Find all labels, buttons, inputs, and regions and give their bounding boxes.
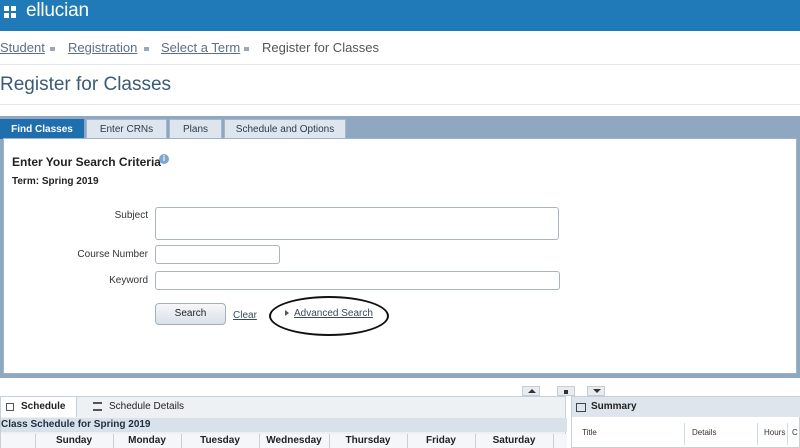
advanced-search-link[interactable]: Advanced Search — [294, 308, 373, 319]
breadcrumb-separator — [244, 47, 249, 51]
course-number-label: Course Number — [77, 249, 148, 260]
day-header: Monday — [128, 435, 166, 446]
column-divider — [787, 423, 788, 445]
summary-title: Summary — [591, 401, 637, 412]
panel-splitter — [522, 386, 610, 396]
calendar-icon — [6, 403, 14, 411]
list-icon — [93, 402, 102, 411]
course-number-input[interactable] — [155, 245, 280, 264]
search-form: Enter Your Search Criteria i Term: Sprin… — [3, 138, 797, 374]
caret-down-icon — [593, 389, 601, 393]
breadcrumb-separator — [50, 47, 55, 51]
page-title: Register for Classes — [0, 74, 172, 95]
search-panel: Find Classes Enter CRNs Plans Schedule a… — [0, 116, 800, 378]
tab-plans[interactable]: Plans — [169, 119, 222, 139]
caret-up-icon — [528, 389, 536, 393]
summary-col-title[interactable]: Title — [582, 428, 597, 437]
day-header: Tuesday — [200, 435, 240, 446]
breadcrumb-select-term[interactable]: Select a Term — [161, 40, 240, 55]
day-header: Wednesday — [266, 435, 322, 446]
info-icon[interactable]: i — [159, 154, 169, 164]
tab-schedule[interactable]: Schedule — [1, 397, 77, 417]
schedule-title: Class Schedule for Spring 2019 — [1, 418, 567, 432]
breadcrumb-student[interactable]: Student — [0, 40, 45, 55]
top-bar: ellucian — [0, 0, 800, 31]
dot-icon — [564, 390, 568, 394]
column-divider — [757, 423, 758, 445]
summary-header: Summary — [572, 397, 800, 417]
day-header: Thursday — [345, 435, 391, 446]
grid-icon[interactable] — [4, 6, 16, 18]
brand-logo[interactable]: ellucian — [26, 0, 89, 22]
tab-schedule-details[interactable]: Schedule Details — [85, 397, 195, 417]
tab-schedule-label: Schedule — [21, 401, 66, 412]
search-heading: Enter Your Search Criteria — [12, 155, 161, 169]
table-icon — [576, 403, 586, 412]
breadcrumb-registration[interactable]: Registration — [68, 40, 137, 55]
search-button[interactable]: Search — [155, 303, 226, 325]
divider — [0, 104, 800, 105]
breadcrumb-separator — [144, 47, 149, 51]
collapse-up-button[interactable] — [522, 386, 540, 396]
summary-col-details[interactable]: Details — [692, 428, 716, 437]
subject-input[interactable] — [155, 207, 559, 240]
tab-schedule-options[interactable]: Schedule and Options — [224, 119, 346, 139]
keyword-input[interactable] — [155, 271, 560, 290]
day-header-row: Sunday Monday Tuesday Wednesday Thursday… — [1, 434, 567, 448]
caret-right-icon — [285, 310, 289, 316]
keyword-label: Keyword — [109, 275, 148, 286]
clear-link[interactable]: Clear — [233, 310, 257, 321]
summary-panel: Summary Title Details Hours C — [571, 396, 800, 448]
day-header: Friday — [425, 435, 456, 446]
term-label: Term: Spring 2019 — [12, 176, 99, 187]
column-divider — [684, 423, 685, 445]
summary-col-c[interactable]: C — [792, 428, 798, 437]
collapse-down-button[interactable] — [587, 386, 605, 396]
restore-button[interactable] — [557, 386, 575, 396]
day-header: Sunday — [55, 435, 93, 446]
subject-label: Subject — [114, 210, 148, 221]
summary-col-hours[interactable]: Hours — [764, 428, 785, 437]
day-header: Saturday — [492, 435, 536, 446]
schedule-panel: Schedule Schedule Details Class Schedule… — [0, 396, 567, 448]
tab-find-classes[interactable]: Find Classes — [0, 119, 84, 139]
column-divider — [553, 434, 554, 448]
tab-enter-crns[interactable]: Enter CRNs — [86, 119, 167, 139]
divider — [0, 64, 800, 65]
tab-schedule-details-label: Schedule Details — [109, 401, 185, 412]
breadcrumb-current: Register for Classes — [262, 40, 380, 55]
